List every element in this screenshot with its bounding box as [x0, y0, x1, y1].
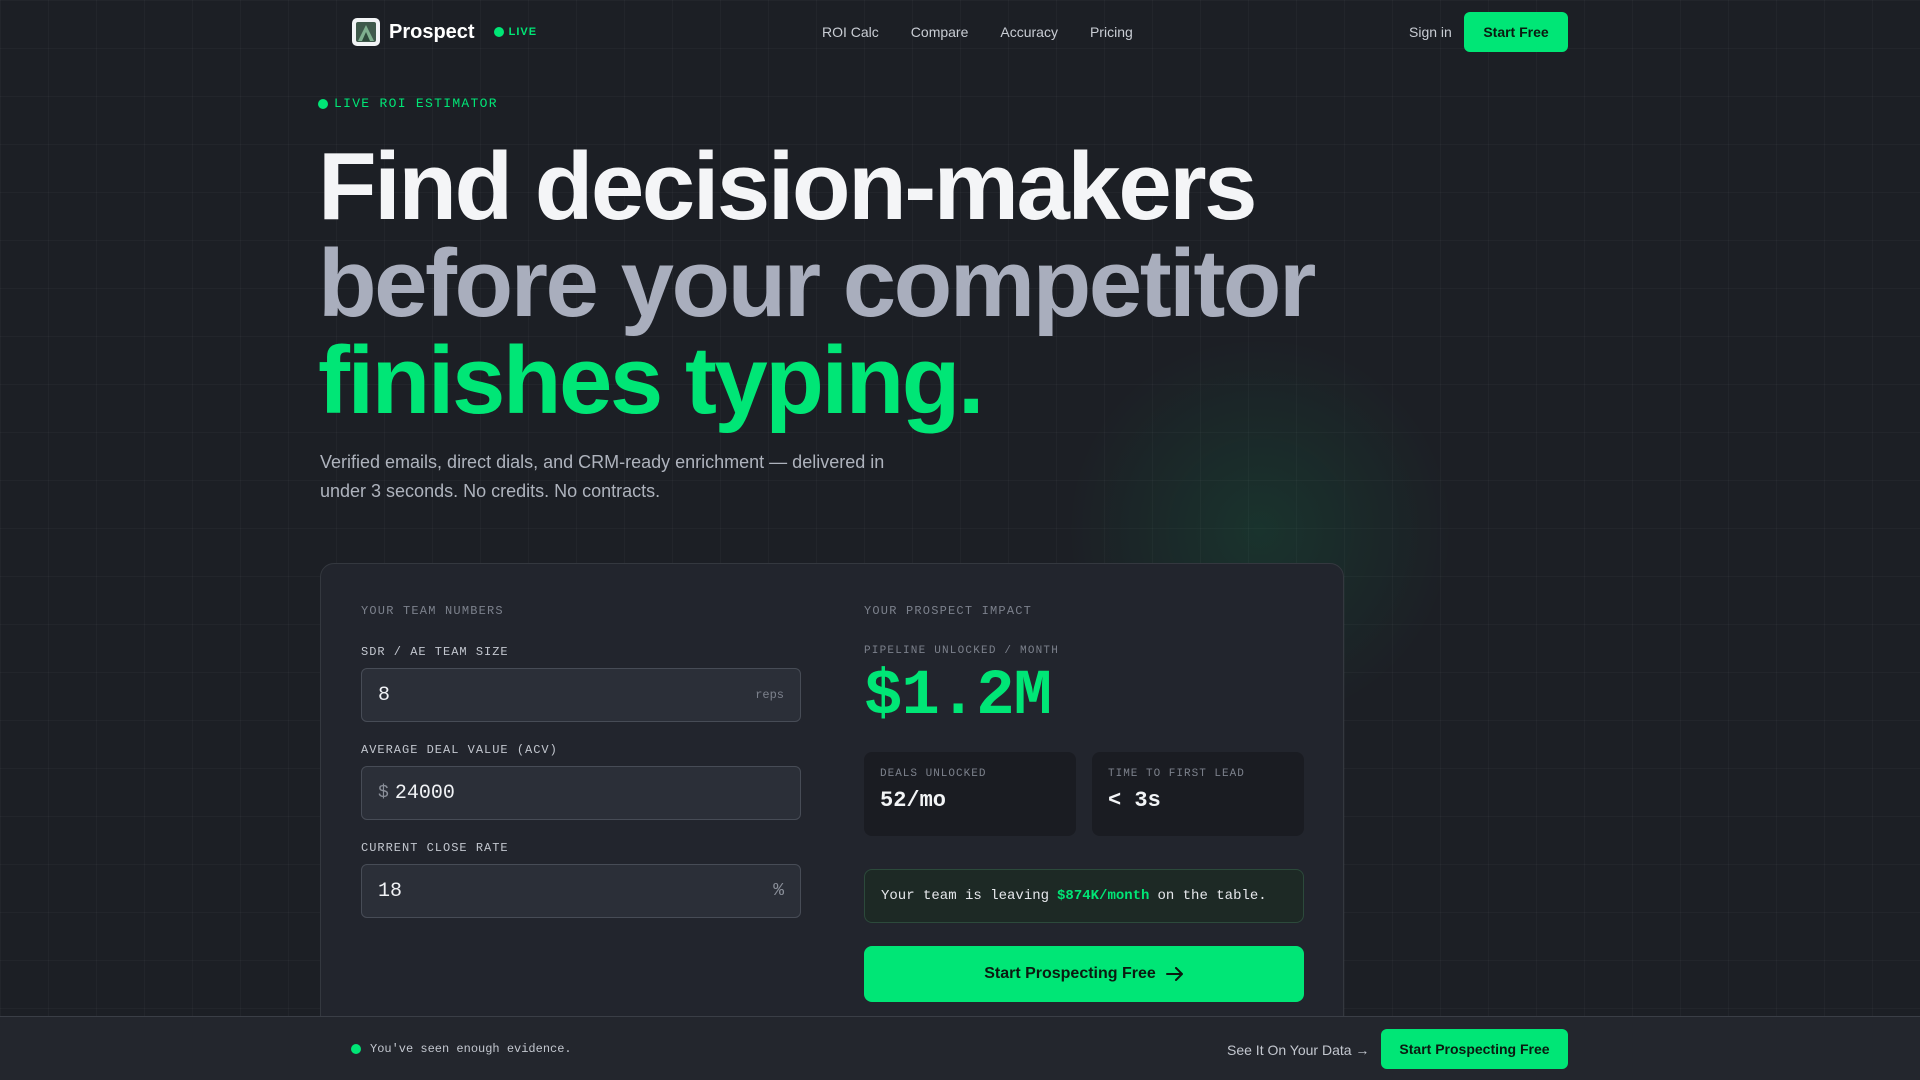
nav-link-compare[interactable]: Compare [911, 24, 969, 40]
team-size-input[interactable]: 8 reps [361, 668, 801, 722]
deal-value-label: AVERAGE DEAL VALUE (ACV) [361, 743, 558, 757]
start-prospecting-button[interactable]: Start Prospecting Free [864, 946, 1304, 1002]
arrow-right-icon [1165, 967, 1183, 981]
roi-calculator-card: YOUR TEAM NUMBERS SDR / AE TEAM SIZE 8 r… [320, 563, 1344, 1080]
stat-label: TIME TO FIRST LEAD [1108, 768, 1245, 780]
brand-name: Prospect [389, 20, 475, 43]
deal-value-input[interactable]: $ 24000 [361, 766, 801, 820]
hero-headline: Find decision-makers before your competi… [318, 133, 1316, 434]
stat-deals-unlocked: DEALS UNLOCKED 52/mo [864, 752, 1076, 836]
team-size-value: 8 [378, 683, 391, 707]
nav-links: ROI Calc Compare Accuracy Pricing [822, 24, 1133, 40]
stat-label: DEALS UNLOCKED [880, 768, 987, 780]
hero-subtitle: Verified emails, direct dials, and CRM-r… [320, 452, 885, 501]
live-badge-label: LIVE [508, 26, 538, 38]
nav-link-accuracy[interactable]: Accuracy [1000, 24, 1058, 40]
close-rate-suffix: % [773, 881, 784, 901]
start-prospecting-label: Start Prospecting Free [984, 965, 1156, 982]
close-rate-label: CURRENT CLOSE RATE [361, 841, 509, 855]
sticky-message-text: You've seen enough evidence. [370, 1042, 572, 1056]
see-it-on-your-data-link[interactable]: See It On Your Data → [1227, 1042, 1369, 1058]
callout-amount: $874K/month [1057, 888, 1150, 904]
start-free-button[interactable]: Start Free [1464, 12, 1568, 52]
headline-line-3: finishes typing. [318, 327, 985, 434]
team-size-suffix: reps [755, 688, 784, 702]
impact-section-title: YOUR PROSPECT IMPACT [864, 604, 1033, 618]
money-left-callout: Your team is leaving $874K/month on the … [864, 869, 1304, 923]
sticky-cta-bar: You've seen enough evidence. See It On Y… [0, 1016, 1920, 1080]
stat-value: < 3s [1108, 788, 1161, 813]
headline-line-1: Find decision-makers [318, 133, 1257, 240]
stat-time-to-first-lead: TIME TO FIRST LEAD < 3s [1092, 752, 1304, 836]
live-dot-icon [493, 27, 504, 37]
stat-value: 52/mo [880, 788, 947, 813]
nav-link-roi-calc[interactable]: ROI Calc [822, 24, 879, 40]
pipeline-label: PIPELINE UNLOCKED / MONTH [864, 645, 1060, 657]
hero-eyebrow: LIVE ROI ESTIMATOR [318, 96, 498, 111]
eyebrow-dot-icon [318, 98, 328, 109]
team-size-label: SDR / AE TEAM SIZE [361, 645, 509, 659]
hero-eyebrow-label: LIVE ROI ESTIMATOR [334, 96, 498, 111]
headline-line-2: before your competitor [318, 230, 1316, 337]
prospect-logo-icon [352, 18, 380, 46]
callout-prefix: Your team is leaving [881, 888, 1050, 904]
nav-link-pricing[interactable]: Pricing [1090, 24, 1133, 40]
deal-value-prefix: $ [378, 783, 389, 803]
close-rate-input[interactable]: 18 % [361, 864, 801, 918]
top-nav: Prospect LIVE ROI Calc Compare Accuracy … [0, 0, 1920, 64]
close-rate-value: 18 [378, 879, 403, 903]
live-badge: LIVE [493, 26, 538, 38]
deal-value-value: 24000 [394, 781, 455, 805]
pipeline-value: $1.2M [864, 661, 1052, 733]
brand[interactable]: Prospect LIVE [352, 18, 537, 46]
sticky-start-prospecting-button[interactable]: Start Prospecting Free [1381, 1029, 1568, 1069]
status-dot-icon [351, 1044, 361, 1054]
sticky-message: You've seen enough evidence. [351, 1042, 572, 1056]
callout-suffix: on the table. [1157, 888, 1267, 904]
inputs-section-title: YOUR TEAM NUMBERS [361, 604, 504, 618]
sign-in-link[interactable]: Sign in [1409, 24, 1452, 40]
